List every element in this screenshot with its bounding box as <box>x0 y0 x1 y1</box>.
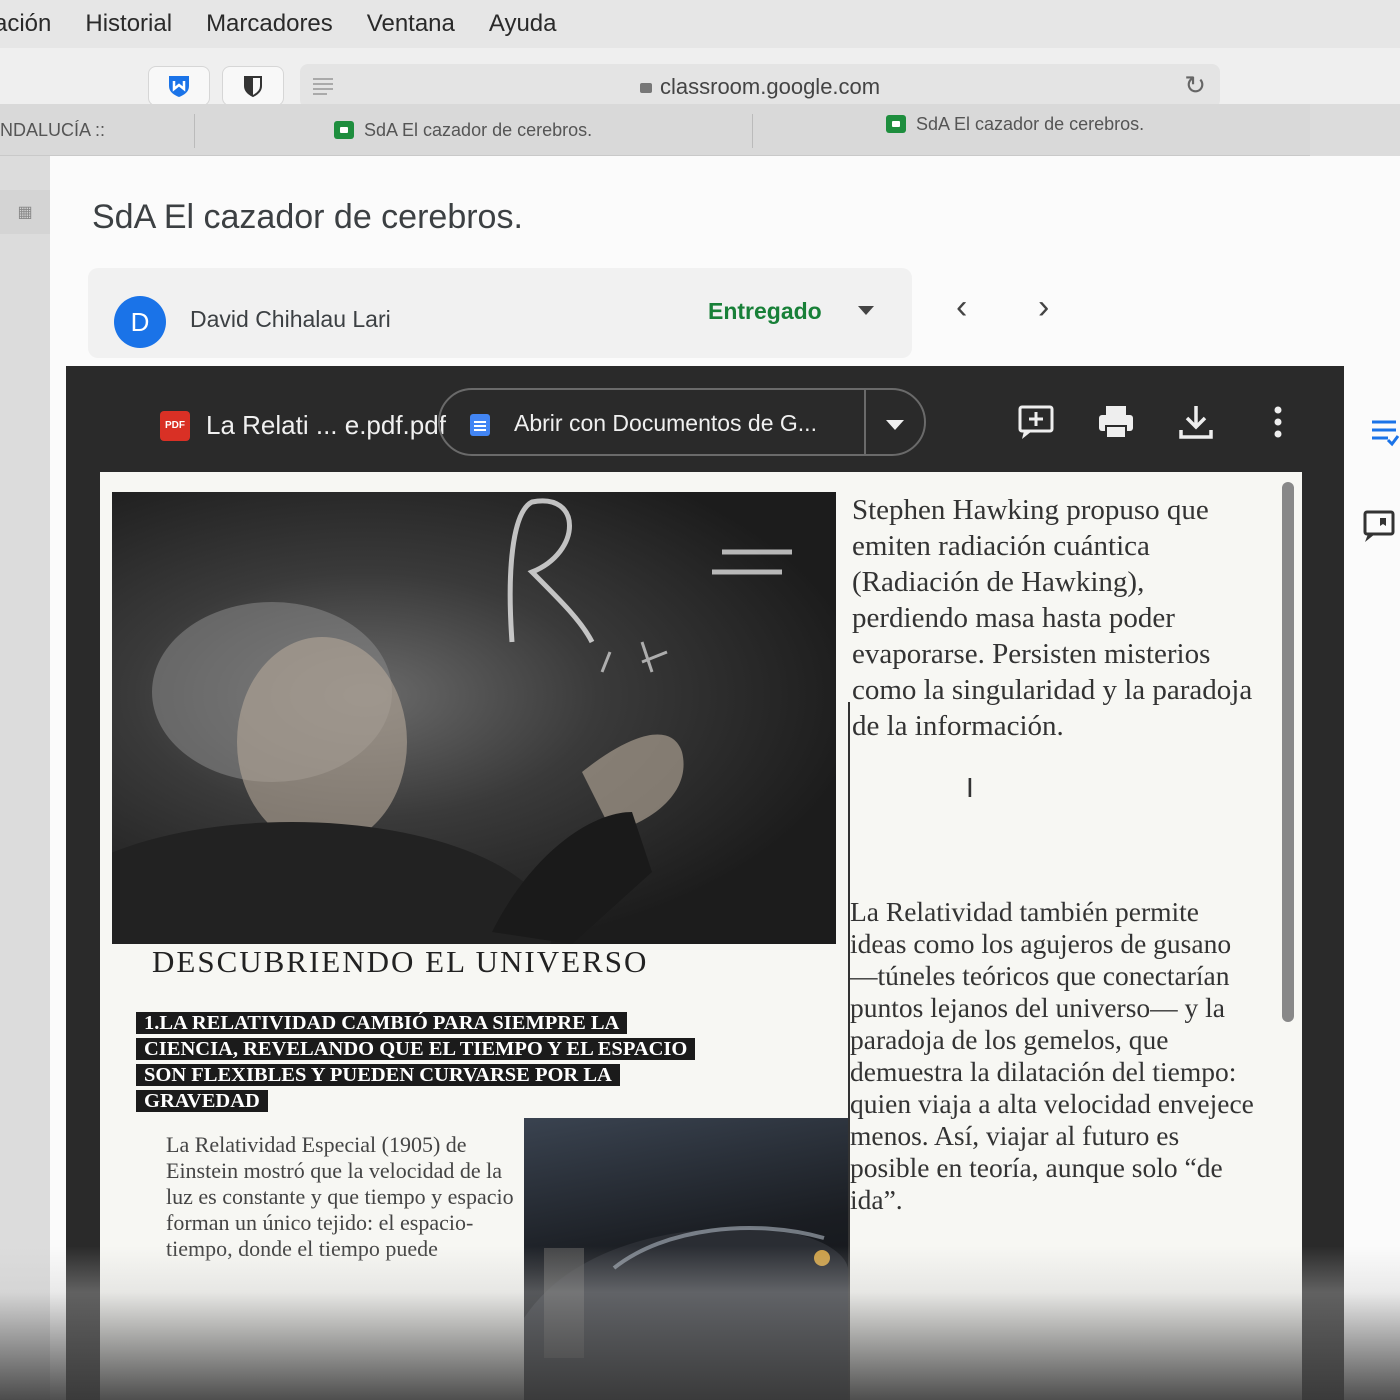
print-icon[interactable] <box>1096 402 1136 442</box>
chevron-down-icon[interactable] <box>858 306 874 315</box>
text-cursor-icon: I <box>966 772 974 803</box>
lock-icon <box>640 83 652 93</box>
einstein-photo <box>112 492 836 944</box>
rubric-icon[interactable] <box>1368 410 1400 450</box>
button-divider <box>864 390 866 454</box>
browser-toolbar: classroom.google.com ↻ <box>0 48 1400 108</box>
shield-icon <box>169 76 189 97</box>
car-photo <box>524 1118 848 1400</box>
menu-item-navegacion[interactable]: ación <box>0 10 51 38</box>
tab-sda-2[interactable]: SdA El cazador de cerebros. <box>886 98 1144 150</box>
pdf-page: Stephen Hawking propuso que emiten radia… <box>100 472 1302 1400</box>
tab-sda-1[interactable]: SdA El cazador de cerebros. <box>334 104 592 156</box>
status-badge: Entregado <box>708 298 822 324</box>
student-selector[interactable]: D David Chihalau Lari Entregado <box>88 268 912 358</box>
pdf-icon: PDF <box>160 410 190 441</box>
shield-extension-button[interactable] <box>148 66 210 106</box>
reader-view-icon[interactable] <box>310 74 338 98</box>
tab-label: NDALUCÍA :: <box>0 119 106 140</box>
student-name: David Chihalau Lari <box>190 306 391 332</box>
private-comment-icon[interactable] <box>1362 508 1396 544</box>
menu-item-ayuda[interactable]: Ayuda <box>489 10 557 38</box>
tab-bar: NDALUCÍA :: SdA El cazador de cerebros. … <box>0 104 1310 156</box>
section-subheading: 1.LA RELATIVIDAD CAMBIÓ PARA SIEMPRE LA … <box>136 1010 716 1114</box>
right-column-paragraph-2: La Relatividad también permite ideas com… <box>850 896 1254 1215</box>
tab-andalucia[interactable]: NDALUCÍA :: <box>0 104 105 156</box>
add-comment-icon[interactable] <box>1016 402 1056 442</box>
apps-grid-icon[interactable]: ▦ <box>0 190 50 234</box>
subheading-text: 1.LA RELATIVIDAD CAMBIÓ PARA SIEMPRE LA … <box>136 1012 696 1112</box>
open-with-label: Abrir con Documentos de G... <box>514 410 817 436</box>
menu-item-marcadores[interactable]: Marcadores <box>206 10 333 38</box>
chevron-down-icon[interactable] <box>886 420 904 430</box>
scrollbar[interactable] <box>1282 482 1294 1022</box>
more-options-icon[interactable] <box>1262 402 1302 442</box>
tab-label: SdA El cazador de cerebros. <box>364 119 593 140</box>
avatar: D <box>114 296 166 348</box>
privacy-shield-icon <box>244 76 262 98</box>
menu-bar: ación Historial Marcadores Ventana Ayuda <box>0 0 1400 48</box>
page-title: SdA El cazador de cerebros. <box>92 198 523 236</box>
file-name-text: La Relati ... e.pdf.pdf <box>206 410 446 440</box>
tab-divider <box>194 114 195 148</box>
tab-label: SdA El cazador de cerebros. <box>916 113 1145 134</box>
section-heading: DESCUBRIENDO EL UNIVERSO <box>152 944 649 979</box>
right-column-paragraph-1: Stephen Hawking propuso que emiten radia… <box>852 494 1253 742</box>
prev-student-icon[interactable]: ‹ <box>956 288 967 327</box>
menu-item-ventana[interactable]: Ventana <box>367 10 455 38</box>
file-name: PDF La Relati ... e.pdf.pdf <box>160 410 446 441</box>
file-viewer: PDF La Relati ... e.pdf.pdf Abrir con Do… <box>66 366 1344 1400</box>
next-student-icon[interactable]: › <box>1038 288 1049 327</box>
url-text: classroom.google.com <box>660 74 881 99</box>
reload-icon[interactable]: ↻ <box>1184 70 1206 101</box>
left-column-paragraph: La Relatividad Especial (1905) de Einste… <box>166 1132 514 1261</box>
download-icon[interactable] <box>1176 402 1216 442</box>
tab-divider <box>752 114 753 148</box>
menu-item-historial[interactable]: Historial <box>85 10 172 38</box>
open-with-docs-button[interactable]: Abrir con Documentos de G... <box>438 388 926 456</box>
privacy-button[interactable] <box>222 66 284 106</box>
google-docs-icon <box>470 414 490 436</box>
classroom-icon <box>886 115 906 133</box>
classroom-icon <box>334 121 354 139</box>
